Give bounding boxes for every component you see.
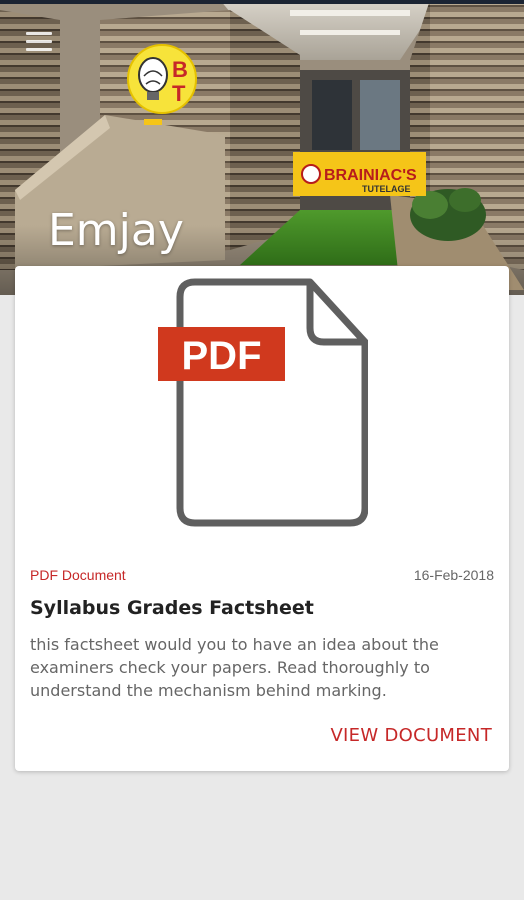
hamburger-icon — [26, 32, 52, 35]
hamburger-menu-button[interactable] — [26, 32, 54, 54]
document-title: Syllabus Grades Factsheet — [30, 597, 314, 619]
logo-letter-t: T — [172, 81, 186, 106]
hamburger-icon-line — [26, 48, 52, 51]
document-card[interactable]: PDF PDF Document 16-Feb-2018 Syllabus Gr… — [15, 266, 509, 771]
document-type-label: PDF Document — [30, 567, 126, 583]
pdf-file-icon: PDF — [158, 278, 368, 527]
document-description: this factsheet would you to have an idea… — [30, 635, 439, 700]
status-bar — [0, 0, 524, 4]
brand-sign-text: BRAINIAC'S — [324, 167, 417, 184]
view-document-button[interactable]: VIEW DOCUMENT — [330, 725, 492, 746]
app-screen: BRAINIAC'S TUTELAGE B T Emjay PDF PDF Do… — [0, 0, 524, 900]
logo-letter-b: B — [172, 57, 188, 82]
brand-sign-subtext: TUTELAGE — [362, 184, 411, 194]
brand-logo-icon: B T — [127, 44, 197, 114]
document-date: 16-Feb-2018 — [413, 567, 494, 583]
pdf-badge-label: PDF — [182, 334, 262, 378]
page-title: Emjay — [48, 205, 184, 256]
hamburger-icon-line — [26, 40, 52, 43]
